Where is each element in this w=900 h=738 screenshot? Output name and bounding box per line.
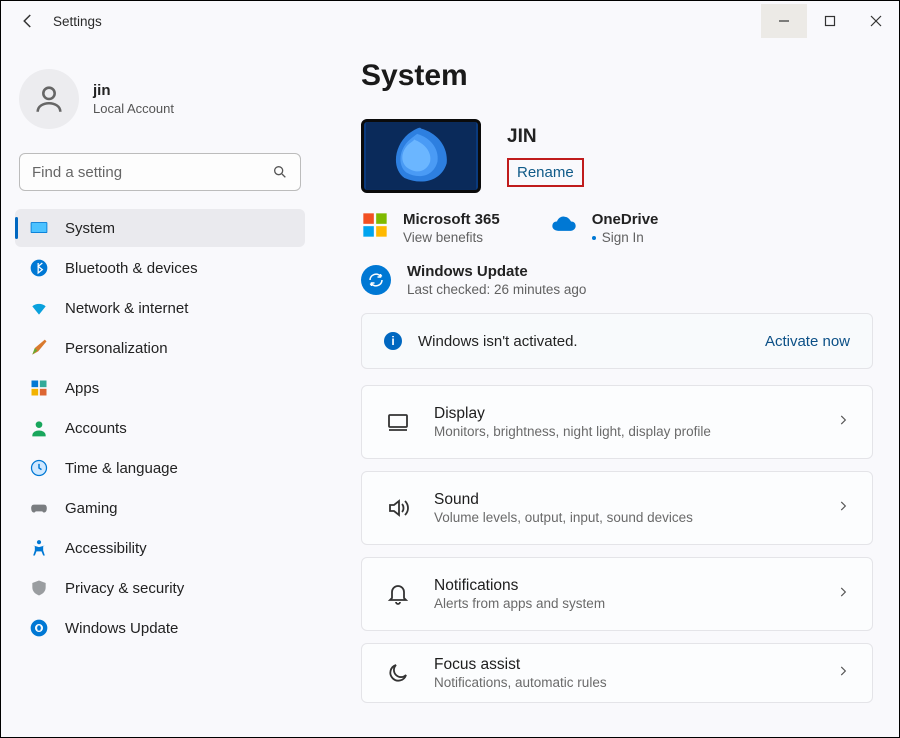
nav-label: Gaming <box>65 500 118 517</box>
sidebar-item-time-language[interactable]: Time & language <box>15 449 305 487</box>
gamepad-icon <box>29 498 49 518</box>
sidebar-item-windows-update[interactable]: Windows Update <box>15 609 305 647</box>
profile-block[interactable]: jin Local Account <box>15 69 311 129</box>
device-thumbnail <box>361 119 481 193</box>
window-close-button[interactable] <box>853 4 899 38</box>
search-input[interactable] <box>32 164 272 181</box>
activate-now-link[interactable]: Activate now <box>765 333 850 350</box>
service-title: OneDrive <box>592 211 659 228</box>
nav-label: Personalization <box>65 340 168 357</box>
sidebar-item-gaming[interactable]: Gaming <box>15 489 305 527</box>
nav-label: Bluetooth & devices <box>65 260 198 277</box>
person-icon <box>29 418 49 438</box>
nav-label: Accessibility <box>65 540 147 557</box>
sidebar: jin Local Account System Bluetooth & dev… <box>1 41 321 737</box>
card-title: Notifications <box>434 577 836 595</box>
services-row: Microsoft 365 View benefits OneDrive Sig… <box>361 211 873 245</box>
moon-icon <box>384 659 412 687</box>
nav-label: Accounts <box>65 420 127 437</box>
nav-label: Apps <box>65 380 99 397</box>
sidebar-item-privacy[interactable]: Privacy & security <box>15 569 305 607</box>
service-onedrive[interactable]: OneDrive Sign In <box>550 211 659 245</box>
info-icon: i <box>384 332 402 350</box>
update-icon <box>29 618 49 638</box>
banner-text: Windows isn't activated. <box>418 333 765 350</box>
card-title: Display <box>434 405 836 423</box>
bell-icon <box>384 580 412 608</box>
device-row: JIN Rename <box>361 119 873 193</box>
update-icon <box>361 265 391 295</box>
shield-icon <box>29 578 49 598</box>
card-sound[interactable]: Sound Volume levels, output, input, soun… <box>361 471 873 545</box>
nav-label: Privacy & security <box>65 580 184 597</box>
bluetooth-icon <box>29 258 49 278</box>
card-sub: Alerts from apps and system <box>434 596 836 611</box>
card-sub: Monitors, brightness, night light, displ… <box>434 424 836 439</box>
sound-icon <box>384 494 412 522</box>
sidebar-item-network[interactable]: Network & internet <box>15 289 305 327</box>
profile-account-type: Local Account <box>93 101 174 116</box>
profile-name: jin <box>93 82 174 99</box>
display-icon <box>384 408 412 436</box>
service-microsoft-365[interactable]: Microsoft 365 View benefits <box>361 211 500 245</box>
card-notifications[interactable]: Notifications Alerts from apps and syste… <box>361 557 873 631</box>
chevron-right-icon <box>836 585 850 604</box>
update-title: Windows Update <box>407 263 586 280</box>
sidebar-item-personalization[interactable]: Personalization <box>15 329 305 367</box>
window-minimize-button[interactable] <box>761 4 807 38</box>
nav-list: System Bluetooth & devices Network & int… <box>15 209 311 647</box>
apps-icon <box>29 378 49 398</box>
windows-update-row[interactable]: Windows Update Last checked: 26 minutes … <box>361 263 873 297</box>
back-button[interactable] <box>19 12 37 30</box>
card-sub: Volume levels, output, input, sound devi… <box>434 510 836 525</box>
update-sub: Last checked: 26 minutes ago <box>407 282 586 297</box>
nav-label: Network & internet <box>65 300 188 317</box>
card-display[interactable]: Display Monitors, brightness, night ligh… <box>361 385 873 459</box>
app-title: Settings <box>53 14 102 29</box>
brush-icon <box>29 338 49 358</box>
card-title: Focus assist <box>434 656 836 674</box>
nav-label: System <box>65 220 115 237</box>
sidebar-item-bluetooth[interactable]: Bluetooth & devices <box>15 249 305 287</box>
accessibility-icon <box>29 538 49 558</box>
card-sub: Notifications, automatic rules <box>434 675 836 690</box>
clock-icon <box>29 458 49 478</box>
card-focus-assist[interactable]: Focus assist Notifications, automatic ru… <box>361 643 873 703</box>
window-maximize-button[interactable] <box>807 4 853 38</box>
nav-label: Windows Update <box>65 620 178 637</box>
rename-link[interactable]: Rename <box>507 158 584 187</box>
microsoft-365-icon <box>361 211 389 239</box>
search-box[interactable] <box>19 153 301 191</box>
service-sub: View benefits <box>403 230 500 245</box>
chevron-right-icon <box>836 664 850 683</box>
activation-banner: i Windows isn't activated. Activate now <box>361 313 873 369</box>
search-icon <box>272 164 288 180</box>
titlebar: Settings <box>1 1 899 41</box>
sidebar-item-accessibility[interactable]: Accessibility <box>15 529 305 567</box>
chevron-right-icon <box>836 499 850 518</box>
sidebar-item-accounts[interactable]: Accounts <box>15 409 305 447</box>
sidebar-item-apps[interactable]: Apps <box>15 369 305 407</box>
avatar <box>19 69 79 129</box>
system-icon <box>29 218 49 238</box>
onedrive-icon <box>550 211 578 239</box>
sidebar-item-system[interactable]: System <box>15 209 305 247</box>
service-sub: Sign In <box>592 230 659 245</box>
service-title: Microsoft 365 <box>403 211 500 228</box>
main-content: System JIN Rename Microsoft 365 View ben… <box>321 41 899 737</box>
wifi-icon <box>29 298 49 318</box>
nav-label: Time & language <box>65 460 178 477</box>
card-title: Sound <box>434 491 836 509</box>
page-title: System <box>361 59 873 93</box>
device-name: JIN <box>507 126 584 148</box>
chevron-right-icon <box>836 413 850 432</box>
